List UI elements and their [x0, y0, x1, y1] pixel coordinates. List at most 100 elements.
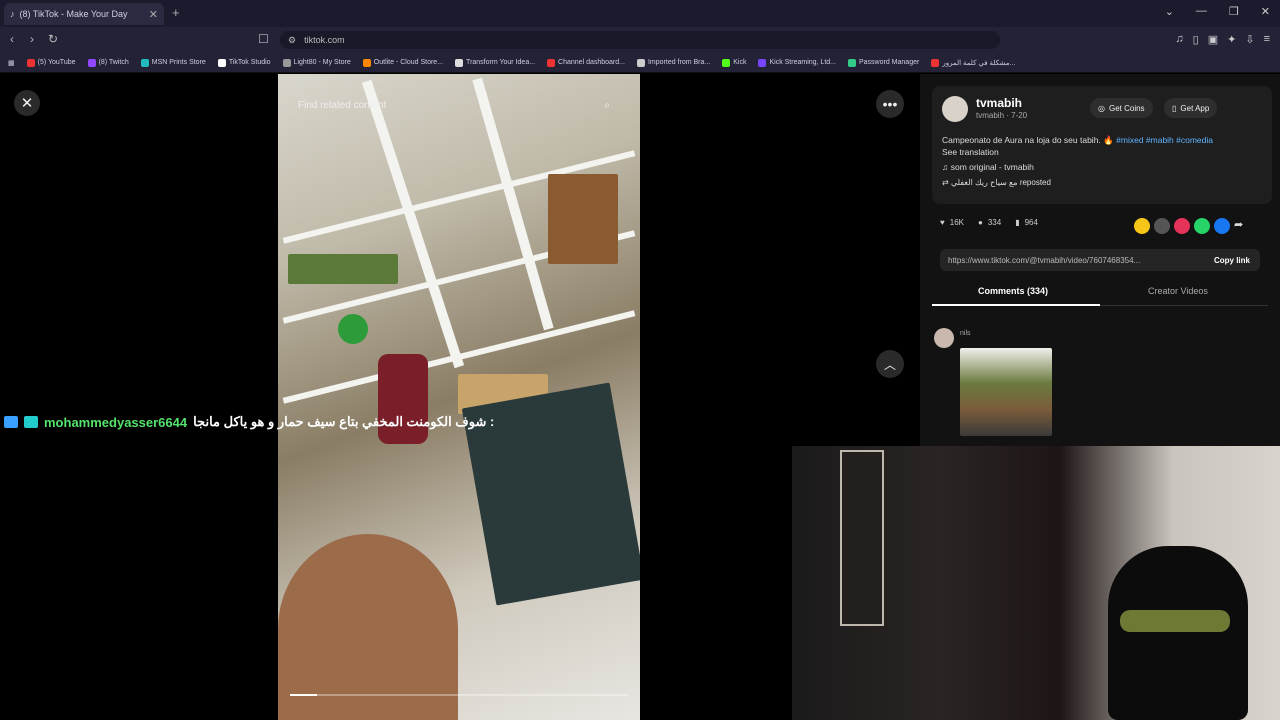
engagement-stats: ♥ 16K ● 334 ▮ 964	[940, 218, 1038, 227]
bookmark-icon: ▮	[1015, 218, 1020, 227]
share-embed-icon[interactable]	[1154, 218, 1170, 234]
comment-button[interactable]: ● 334	[978, 218, 1001, 227]
youtube-icon	[26, 58, 35, 67]
browser-tab[interactable]: ♪ (8) TikTok - Make Your Day ✕	[4, 3, 164, 25]
comment-username[interactable]: nils	[960, 330, 971, 337]
chat-badge-icon	[24, 416, 38, 428]
creator-name[interactable]: tvmabih	[976, 96, 1022, 110]
kick-icon	[758, 58, 767, 67]
share-link-field[interactable]: https://www.tiktok.com/@tvmabih/video/76…	[940, 249, 1260, 271]
like-button[interactable]: ♥ 16K	[940, 218, 964, 227]
wallet-icon[interactable]: ▣	[1208, 33, 1218, 46]
globe-icon	[455, 58, 464, 67]
whatsapp-icon[interactable]	[1194, 218, 1210, 234]
bookmark-item[interactable]: مشكلة في كلمة المرور...	[931, 58, 1015, 67]
person-in-store	[378, 354, 428, 444]
see-translation-link[interactable]: See translation	[942, 147, 999, 157]
bookmark-item[interactable]: (8) Twitch	[87, 58, 129, 67]
url-field[interactable]: ⚙ tiktok.com	[280, 31, 1000, 49]
video-description: Campeonato de Aura na loja do seu tabih.…	[942, 135, 1213, 157]
get-coins-button[interactable]: ◎ Get Coins	[1090, 98, 1153, 118]
video-search-bar[interactable]: Find related content ⌕	[288, 94, 618, 116]
share-arrow-icon[interactable]: ➦	[1234, 218, 1243, 234]
download-icon[interactable]: ⇩	[1245, 33, 1254, 46]
copy-link-button[interactable]: Copy link	[1214, 256, 1250, 265]
kick-icon	[722, 58, 731, 67]
bookmark-icon[interactable]: ☐	[258, 32, 269, 46]
product-boxes	[548, 174, 618, 264]
tiktok-icon: ♪	[10, 9, 15, 19]
store-icon	[140, 58, 149, 67]
bookmark-item[interactable]: MSN Prints Store	[140, 58, 206, 67]
bookmark-item[interactable]: Kick	[722, 58, 746, 67]
forward-icon[interactable]: ›	[30, 32, 34, 46]
repost-row: ⇄ مع سياح ريك الغفلي reposted	[942, 178, 1051, 187]
video-progress-fill	[290, 694, 318, 696]
new-tab-icon[interactable]: +	[172, 5, 180, 20]
share-send-icon[interactable]	[1174, 218, 1190, 234]
creator-card: tvmabih tvmabih · 7-20 ◎ Get Coins ▯ Get…	[932, 86, 1272, 204]
cloud-icon	[362, 58, 371, 67]
share-buttons: ➦	[1134, 218, 1243, 234]
sound-row[interactable]: ♫ som original - tvmabih	[942, 162, 1034, 172]
youtube-studio-icon	[547, 58, 556, 67]
sidebar-icon[interactable]: ▯	[1193, 33, 1199, 46]
bookmark-item[interactable]: TikTok Studio	[217, 58, 271, 67]
shelf-frame	[361, 79, 465, 369]
bookmark-item[interactable]: Kick Streaming, Ltd...	[758, 58, 836, 67]
webcam-background-door	[840, 450, 884, 626]
tab-creator-videos[interactable]: Creator Videos	[1148, 286, 1208, 296]
site-info-icon[interactable]: ⚙	[288, 35, 296, 46]
music-icon[interactable]: ♫	[1175, 33, 1183, 46]
close-tab-icon[interactable]: ✕	[149, 8, 158, 21]
flag-sticker	[338, 314, 368, 344]
bookmark-folder[interactable]: Imported from Bra...	[636, 58, 710, 67]
comment-image[interactable]	[960, 348, 1052, 436]
chevron-up-icon[interactable]: ︿	[876, 350, 904, 378]
window-controls: ⌄ — ❐ ✕	[1165, 5, 1270, 18]
avatar[interactable]	[942, 96, 968, 122]
video-search-placeholder: Find related content	[298, 99, 387, 111]
streamer-glasses	[1120, 610, 1230, 632]
video-progress-bar[interactable]	[290, 694, 628, 696]
share-coin-icon[interactable]	[1134, 218, 1150, 234]
url-text: tiktok.com	[304, 35, 345, 45]
reload-icon[interactable]: ↻	[48, 32, 58, 46]
streamer	[1108, 546, 1248, 720]
comment-avatar[interactable]	[934, 328, 954, 348]
apps-icon[interactable]: ▦	[8, 59, 15, 67]
folder-icon	[636, 58, 645, 67]
bookmark-item[interactable]: Light80 - My Store	[282, 58, 351, 67]
search-icon[interactable]: ⌕	[604, 100, 610, 111]
minimize-icon[interactable]: —	[1196, 5, 1207, 18]
bookmark-item[interactable]: (5) YouTube	[26, 58, 76, 67]
bookmark-item[interactable]: Channel dashboard...	[547, 58, 625, 67]
twitch-icon	[87, 58, 96, 67]
menu-icon[interactable]: ≡	[1264, 33, 1270, 46]
bookmark-item[interactable]: Outlite - Cloud Store...	[362, 58, 443, 67]
close-icon[interactable]: ✕	[14, 90, 40, 116]
heart-icon: ♥	[940, 218, 945, 227]
tab-title: (8) TikTok - Make Your Day	[19, 9, 128, 19]
product-boxes	[288, 254, 398, 284]
close-window-icon[interactable]: ✕	[1261, 5, 1270, 18]
phone-icon: ▯	[1172, 103, 1177, 113]
tab-comments[interactable]: Comments (334)	[978, 286, 1048, 296]
share-link-text: https://www.tiktok.com/@tvmabih/video/76…	[948, 255, 1141, 265]
extensions-icon[interactable]: ✦	[1227, 33, 1236, 46]
maximize-icon[interactable]: ❐	[1229, 5, 1239, 18]
hashtags[interactable]: #mixed #mabih #comedia	[1116, 135, 1213, 145]
get-app-button[interactable]: ▯ Get App	[1164, 98, 1218, 118]
facebook-icon[interactable]	[1214, 218, 1230, 234]
save-button[interactable]: ▮ 964	[1015, 218, 1038, 227]
video-player[interactable]: Find related content ⌕	[278, 74, 640, 720]
back-icon[interactable]: ‹	[10, 32, 14, 46]
address-bar-row: ‹ › ↻ ☐ ⚙ tiktok.com ♫ ▯ ▣ ✦ ⇩ ≡	[0, 27, 1280, 53]
creator-handle: tvmabih · 7-20	[976, 111, 1028, 120]
chat-message: شوف الكومنت المخفي بتاع سيف حمار و هو يا…	[193, 414, 495, 429]
password-icon	[848, 58, 856, 67]
chevron-down-icon[interactable]: ⌄	[1165, 5, 1174, 18]
bookmark-item[interactable]: Transform Your Idea...	[455, 58, 535, 67]
more-options-icon[interactable]: •••	[876, 90, 904, 118]
bookmark-item[interactable]: Password Manager	[848, 58, 919, 67]
